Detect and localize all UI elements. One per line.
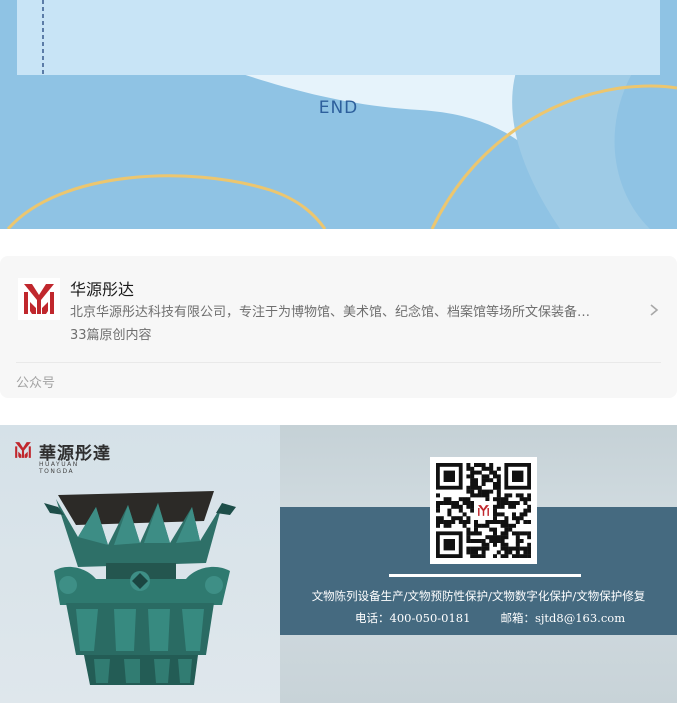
account-type-label: 公众号 xyxy=(16,376,56,391)
phone-text: 电话：400-050-0181 xyxy=(355,611,471,625)
qr-code[interactable] xyxy=(430,457,537,564)
bronze-vessel-image xyxy=(44,491,236,685)
account-name: 华源彤达 xyxy=(70,280,135,299)
brand-logo-icon xyxy=(18,278,60,320)
end-banner: END xyxy=(0,0,677,229)
promo-brand-logo: 華源彤達 HUAYUAN TONGDA xyxy=(12,437,112,475)
promo-divider-line xyxy=(389,574,581,577)
chevron-right-icon[interactable] xyxy=(648,303,660,317)
contact-row: 电话：400-050-0181 邮箱：sjtd8@163.com xyxy=(355,610,655,626)
services-text: 文物陈列设备生产/文物预防性保护/文物数字化保护/文物保护修复 xyxy=(311,589,646,603)
email-text: 邮箱：sjtd8@163.com xyxy=(500,611,626,625)
official-account-card[interactable]: 华源彤达 北京华源彤达科技有限公司，专注于为博物馆、美术馆、纪念馆、档案馆等场所… xyxy=(0,256,677,398)
brand-name-en: HUAYUAN TONGDA xyxy=(39,461,79,475)
card-divider xyxy=(16,362,661,363)
end-label: END xyxy=(318,98,359,118)
qr-code-icon xyxy=(436,463,531,558)
brand-logo-icon xyxy=(15,442,31,458)
promo-banner: 華源彤達 HUAYUAN TONGDA 文物陈列设备生产/文物预防性保护/文物数… xyxy=(0,425,677,703)
account-description: 北京华源彤达科技有限公司，专注于为博物馆、美术馆、纪念馆、档案馆等场所文保装备… xyxy=(70,305,591,320)
article-count: 33篇原创内容 xyxy=(70,328,152,343)
